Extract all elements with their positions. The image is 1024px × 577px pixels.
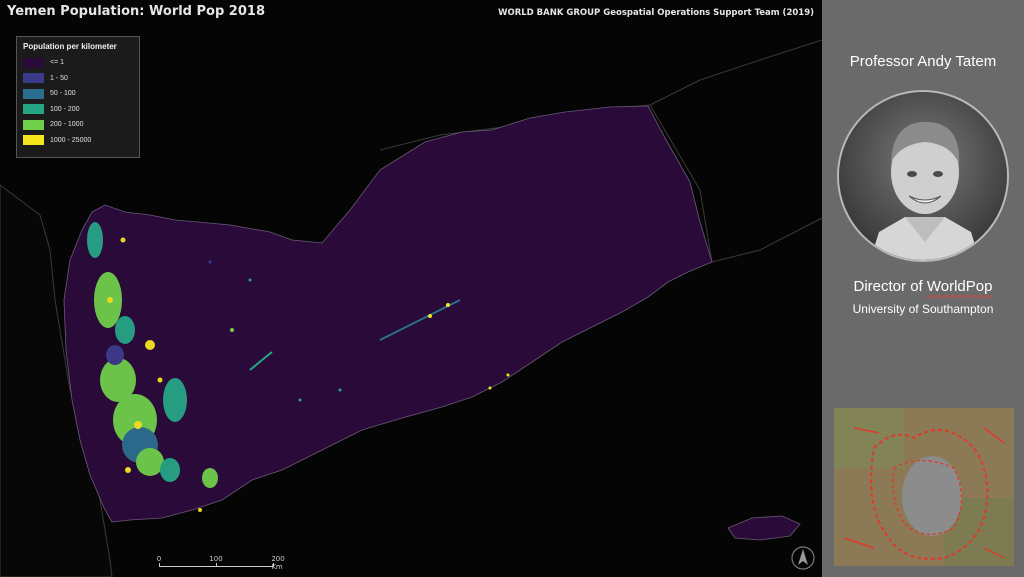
legend-item: <= 1 bbox=[23, 55, 133, 71]
role-org: WorldPop bbox=[926, 278, 993, 295]
legend-swatch bbox=[23, 119, 44, 130]
legend-item: 100 - 200 bbox=[23, 102, 133, 118]
map-legend: Population per kilometer <= 1 1 - 50 50 … bbox=[16, 36, 140, 158]
legend-swatch bbox=[23, 88, 44, 99]
legend-item: 1 - 50 bbox=[23, 71, 133, 87]
scale-tick bbox=[273, 563, 274, 567]
speaker-university: University of Southampton bbox=[852, 302, 994, 316]
map-credit: WORLD BANK GROUP Geospatial Operations S… bbox=[498, 8, 814, 18]
legend-swatch bbox=[23, 135, 44, 146]
speaker-portrait bbox=[837, 90, 1009, 262]
population-map: Yemen Population: World Pop 2018 WORLD B… bbox=[0, 0, 822, 577]
satellite-image bbox=[834, 408, 1014, 566]
scale-bar: 0 100 200 Km bbox=[156, 555, 285, 571]
scale-label-100: 100 bbox=[209, 555, 223, 563]
legend-swatch bbox=[23, 73, 44, 84]
legend-item: 50 - 100 bbox=[23, 86, 133, 102]
scale-tick bbox=[216, 563, 217, 567]
legend-label: 50 - 100 bbox=[50, 90, 76, 98]
scale-tick bbox=[159, 563, 160, 567]
legend-swatch bbox=[23, 57, 44, 68]
role-prefix: Director of bbox=[853, 278, 927, 295]
legend-label: 100 - 200 bbox=[50, 105, 80, 113]
legend-swatch bbox=[23, 104, 44, 115]
legend-item: 200 - 1000 bbox=[23, 117, 133, 133]
speaker-name: Professor Andy Tatem bbox=[849, 53, 997, 70]
legend-label: 1000 - 25000 bbox=[50, 136, 92, 144]
speaker-role: Director of WorldPop bbox=[822, 278, 1024, 295]
speaker-panel: Professor Andy Tatem Director of WorldPo… bbox=[822, 0, 1024, 577]
legend-item: 1000 - 25000 bbox=[23, 133, 133, 149]
legend-label: 1 - 50 bbox=[50, 74, 68, 82]
legend-title: Population per kilometer bbox=[23, 42, 117, 51]
legend-label: 200 - 1000 bbox=[50, 121, 84, 129]
legend-label: <= 1 bbox=[50, 59, 65, 67]
map-title: Yemen Population: World Pop 2018 bbox=[7, 4, 265, 19]
north-arrow-icon bbox=[790, 545, 816, 571]
scale-label-0: 0 bbox=[156, 555, 162, 563]
socotra-island bbox=[727, 515, 801, 541]
